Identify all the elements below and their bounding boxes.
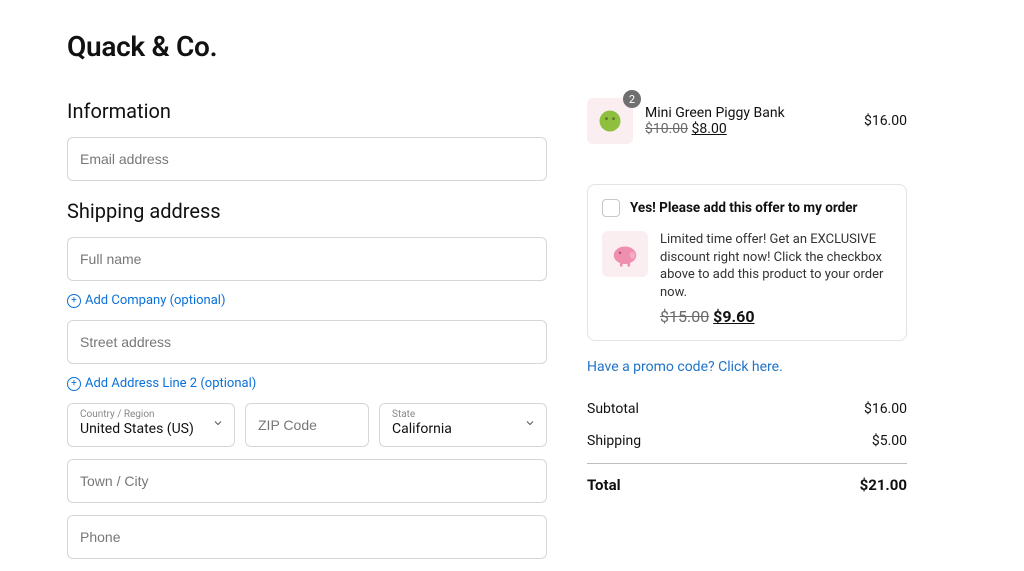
phone-field[interactable]: [67, 515, 547, 559]
street-field[interactable]: [67, 320, 547, 364]
add-line2-label: Add Address Line 2 (optional): [85, 376, 256, 391]
offer-original-price: $15.00: [660, 307, 709, 326]
country-select[interactable]: Country / Region United States (US): [67, 403, 235, 447]
add-line2-link[interactable]: + Add Address Line 2 (optional): [67, 376, 547, 391]
zip-field[interactable]: [245, 403, 369, 447]
add-company-link[interactable]: + Add Company (optional): [67, 293, 547, 308]
quantity-badge: 2: [623, 90, 641, 108]
shipping-heading: Shipping address: [67, 199, 547, 223]
promo-code-link[interactable]: Have a promo code? Click here.: [587, 359, 907, 375]
total-row: Total $21.00: [587, 464, 907, 502]
shipping-value: $5.00: [872, 433, 907, 449]
country-label: Country / Region: [80, 410, 204, 420]
subtotal-row: Subtotal $16.00: [587, 393, 907, 425]
total-value: $21.00: [860, 476, 907, 494]
state-select[interactable]: State California: [379, 403, 547, 447]
shipping-label: Shipping: [587, 433, 641, 449]
subtotal-label: Subtotal: [587, 401, 639, 417]
cart-item: 2 Mini Green Piggy Bank $10.00 $8.00 $16…: [587, 98, 907, 144]
piggy-bank-icon: [610, 239, 640, 269]
offer-sale-price: $9.60: [713, 307, 754, 326]
state-value: California: [392, 421, 452, 437]
fullname-field[interactable]: [67, 237, 547, 281]
product-name: Mini Green Piggy Bank: [645, 105, 852, 121]
shipping-row: Shipping $5.00: [587, 425, 907, 457]
offer-box: Yes! Please add this offer to my order L…: [587, 184, 907, 341]
line-total: $16.00: [864, 113, 907, 129]
state-label: State: [392, 410, 516, 420]
offer-checkbox-label: Yes! Please add this offer to my order: [630, 200, 858, 216]
piggy-bank-icon: [596, 107, 624, 135]
subtotal-value: $16.00: [864, 401, 907, 417]
chevron-down-icon: [212, 417, 224, 433]
offer-checkbox[interactable]: [602, 199, 620, 217]
email-field[interactable]: [67, 137, 547, 181]
sale-price: $8.00: [692, 121, 727, 137]
original-price: $10.00: [645, 121, 688, 137]
brand-title: Quack & Co.: [67, 30, 547, 63]
offer-thumbnail: [602, 231, 648, 277]
information-heading: Information: [67, 99, 547, 123]
chevron-down-icon: [524, 417, 536, 433]
product-thumbnail: 2: [587, 98, 633, 144]
plus-icon: +: [67, 294, 81, 308]
town-field[interactable]: [67, 459, 547, 503]
plus-icon: +: [67, 377, 81, 391]
total-label: Total: [587, 476, 621, 494]
add-company-label: Add Company (optional): [85, 293, 226, 308]
offer-description: Limited time offer! Get an EXCLUSIVE dis…: [660, 231, 892, 301]
country-value: United States (US): [80, 421, 194, 437]
